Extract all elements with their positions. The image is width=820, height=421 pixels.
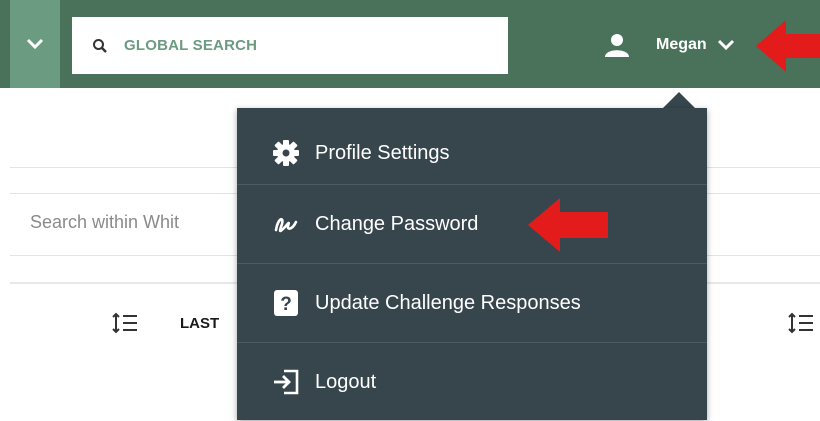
signature-icon [271, 209, 301, 239]
dropdown-caret [663, 92, 695, 108]
search-icon [93, 38, 107, 53]
user-menu-toggle[interactable]: Megan [604, 28, 735, 62]
sort-icon[interactable] [112, 312, 138, 334]
menu-item-label: Logout [315, 370, 377, 393]
chevron-down-icon [26, 38, 44, 50]
svg-text:?: ? [280, 294, 292, 315]
annotation-arrow-icon [756, 20, 820, 72]
column-header-last[interactable]: LAST [180, 315, 219, 332]
sign-out-icon [271, 367, 301, 397]
menu-item-profile-settings[interactable]: Profile Settings [237, 122, 707, 184]
sidebar-toggle-button[interactable] [10, 0, 60, 88]
chevron-down-icon [717, 39, 734, 51]
global-search-input[interactable] [122, 36, 486, 55]
global-search-box[interactable] [72, 17, 508, 74]
menu-item-update-challenge-responses[interactable]: ? Update Challenge Responses [237, 264, 707, 342]
annotation-arrow-icon [528, 198, 608, 252]
user-name: Megan [656, 36, 707, 53]
sort-icon[interactable] [788, 312, 814, 334]
menu-item-label: Update Challenge Responses [315, 291, 581, 314]
top-navbar: Megan [0, 0, 820, 88]
question-box-icon: ? [271, 288, 301, 318]
gear-icon [271, 138, 301, 168]
menu-item-logout[interactable]: Logout [237, 343, 707, 421]
user-dropdown-menu: Profile Settings Change Password ? Updat… [237, 108, 707, 420]
menu-item-label: Profile Settings [315, 141, 450, 164]
user-icon [605, 34, 629, 57]
page-search-input[interactable]: Search within Whit [30, 212, 179, 233]
menu-item-label: Change Password [315, 212, 479, 235]
menu-item-change-password[interactable]: Change Password [237, 185, 707, 263]
